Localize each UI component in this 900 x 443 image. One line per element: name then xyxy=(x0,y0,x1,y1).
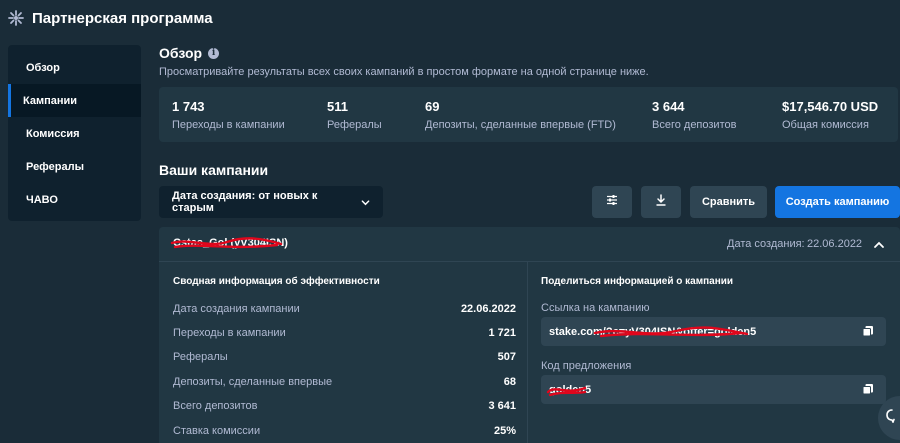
stat-value: 1 743 xyxy=(172,99,205,114)
download-icon xyxy=(655,193,667,211)
chevron-up-icon[interactable] xyxy=(873,238,885,250)
campaign-name: Cstas_Gol (yV304ISN) xyxy=(173,237,288,249)
campaign-date-value: 22.06.2022 xyxy=(807,238,863,250)
sort-select-value: Дата создания: от новых к старым xyxy=(172,190,318,214)
copy-icon[interactable] xyxy=(862,325,874,337)
main-content: Обзор i Просматривайте результаты всех с… xyxy=(159,0,900,443)
campaigns-heading: Ваши кампании xyxy=(159,162,269,178)
row-value: 68 xyxy=(503,376,516,388)
row-value: 3 641 xyxy=(488,400,516,412)
sidebar-item-faq[interactable]: ЧАВО xyxy=(8,183,141,216)
sort-select[interactable]: Дата создания: от новых к старым xyxy=(159,186,383,218)
row-label: Депозиты, сделанные впервые xyxy=(173,376,333,388)
stat-ftd: 69 Депозиты, сделанные впервые (FTD) xyxy=(425,99,616,131)
table-row: Дата создания кампании 22.06.2022 xyxy=(173,299,516,319)
performance-title: Сводная информация об эффективности xyxy=(173,276,380,287)
stat-campaign-clicks: 1 743 Переходы в кампании xyxy=(172,99,285,131)
chevron-down-icon xyxy=(361,198,370,207)
table-row: Ставка комиссии 25% xyxy=(173,421,516,441)
stat-value: 511 xyxy=(327,99,348,114)
sliders-icon xyxy=(606,193,618,211)
row-value: 25% xyxy=(493,425,516,437)
stat-total-deposits: 3 644 Всего депозитов xyxy=(652,99,736,131)
stat-value: $17,546.70 USD xyxy=(782,99,879,114)
row-label: Всего депозитов xyxy=(173,400,258,412)
sidebar: Обзор Кампании Комиссия Рефералы ЧАВО xyxy=(8,45,141,221)
stat-label: Рефералы xyxy=(327,119,382,131)
sidebar-item-referrals[interactable]: Рефералы xyxy=(8,150,141,183)
offer-code-value: golden5 xyxy=(549,383,592,396)
stat-referrals: 511 Рефералы xyxy=(327,99,382,131)
affiliate-icon xyxy=(8,10,24,26)
table-row: Рефералы 507 xyxy=(173,347,516,367)
table-row: Всего депозитов 3 641 xyxy=(173,396,516,416)
download-button[interactable] xyxy=(641,186,681,218)
sidebar-item-overview[interactable]: Обзор xyxy=(8,51,141,84)
sidebar-item-commission[interactable]: Комиссия xyxy=(8,117,141,150)
stats-panel: 1 743 Переходы в кампании 511 Рефералы 6… xyxy=(159,87,898,142)
share-info: Поделиться информацией о кампании Ссылка… xyxy=(528,262,900,443)
performance-summary: Сводная информация об эффективности Дата… xyxy=(159,262,527,443)
stat-label: Переходы в кампании xyxy=(172,119,285,131)
chat-icon xyxy=(886,408,898,428)
campaign-link-field[interactable]: stake.com/?c=yV304ISN&offer=golden5 xyxy=(541,317,886,346)
overview-title: Обзор xyxy=(159,45,203,61)
create-campaign-button[interactable]: Создать кампанию xyxy=(775,186,900,218)
campaign-link-label: Ссылка на кампанию xyxy=(541,302,650,314)
table-row: Переходы в кампании 1 721 xyxy=(173,323,516,343)
campaign-date-label: Дата создания: xyxy=(727,238,805,250)
campaign-card-header[interactable]: Cstas_Gol (yV304ISN) Дата создания: 22.0… xyxy=(159,227,900,262)
row-value: 1 721 xyxy=(488,327,516,339)
row-value: 507 xyxy=(497,351,516,363)
stat-label: Общая комиссия xyxy=(782,119,869,131)
campaign-card: Cstas_Gol (yV304ISN) Дата создания: 22.0… xyxy=(159,227,900,443)
offer-code-label: Код предложения xyxy=(541,360,632,372)
stat-value: 69 xyxy=(425,99,440,114)
filter-button[interactable] xyxy=(592,186,632,218)
info-icon[interactable]: i xyxy=(208,47,220,59)
stat-total-commission: $17,546.70 USD Общая комиссия xyxy=(782,99,878,131)
compare-button[interactable]: Сравнить xyxy=(690,186,767,218)
stat-label: Депозиты, сделанные впервые (FTD) xyxy=(425,119,616,131)
row-label: Ставка комиссии xyxy=(173,425,261,437)
row-value: 22.06.2022 xyxy=(460,303,516,315)
share-title: Поделиться информацией о кампании xyxy=(541,276,734,287)
overview-subtitle: Просматривайте результаты всех своих кам… xyxy=(159,66,649,78)
row-label: Рефералы xyxy=(173,351,228,363)
copy-icon[interactable] xyxy=(862,383,874,395)
overview-heading: Обзор i xyxy=(159,45,220,61)
stat-label: Всего депозитов xyxy=(652,119,737,131)
sidebar-item-campaigns[interactable]: Кампании xyxy=(8,84,141,117)
offer-code-field[interactable]: golden5 xyxy=(541,375,886,404)
row-label: Переходы в кампании xyxy=(173,327,286,339)
stat-value: 3 644 xyxy=(652,99,685,114)
table-row: Депозиты, сделанные впервые 68 xyxy=(173,372,516,392)
campaign-link-value: stake.com/?c=yV304ISN&offer=golden5 xyxy=(549,325,757,338)
row-label: Дата создания кампании xyxy=(173,303,300,315)
